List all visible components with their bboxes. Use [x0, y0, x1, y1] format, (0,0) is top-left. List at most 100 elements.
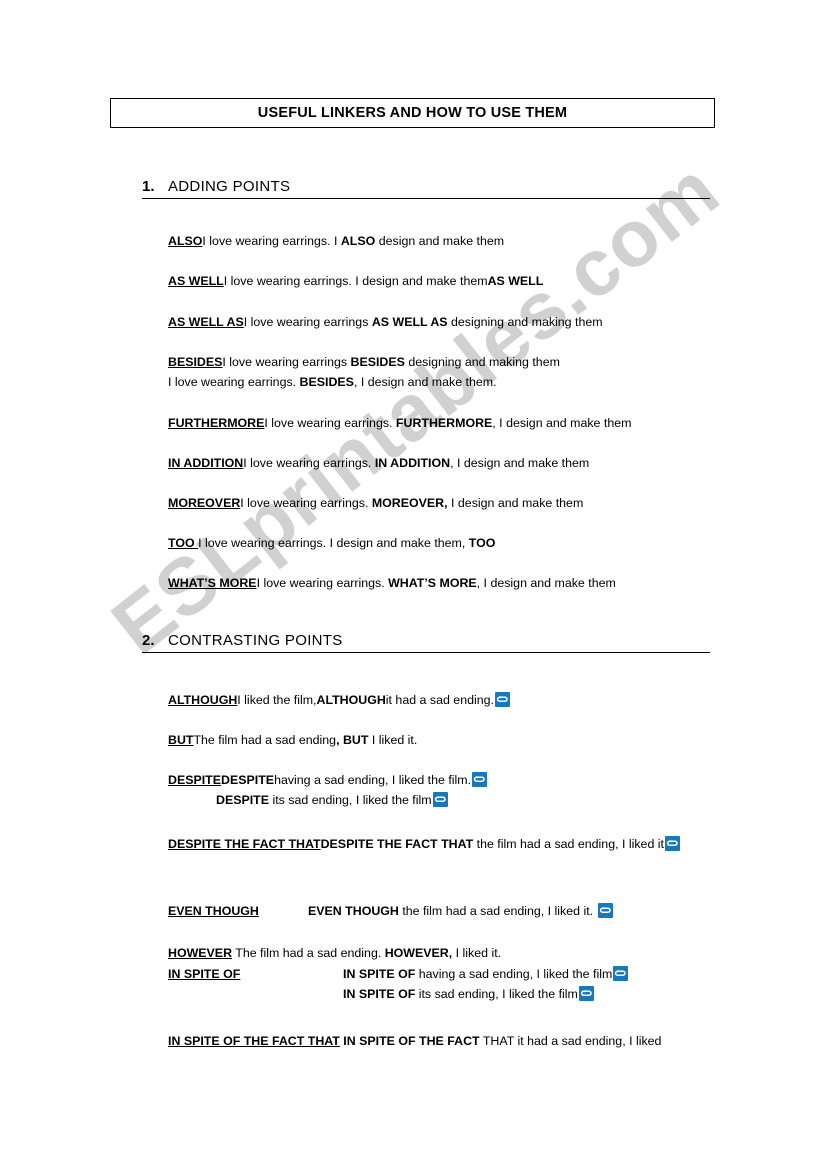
- linker-entry: ALTHOUGHI liked the film,ALTHOUGHit had …: [168, 690, 708, 710]
- example-text-bold: WHAT’S MORE: [388, 576, 477, 590]
- linker-line: BUTThe film had a sad ending, BUT I like…: [168, 730, 708, 750]
- section-title: CONTRASTING POINTS: [168, 632, 343, 649]
- linker-label: FURTHERMORE: [168, 416, 265, 430]
- linker-entry: DESPITEDESPITEhaving a sad ending, I lik…: [168, 770, 708, 810]
- example-text: I liked the film,: [237, 693, 317, 707]
- section-heading-1: 1. ADDING POINTS: [142, 178, 710, 199]
- example-text: I love wearing earrings.: [168, 375, 300, 389]
- example-text: , I design and make them: [476, 576, 616, 590]
- example-text: designing and making them: [447, 315, 603, 329]
- linker-label: EVEN THOUGH: [168, 904, 259, 918]
- linker-label: BESIDES: [168, 355, 223, 369]
- example-text: designing and making them: [404, 355, 560, 369]
- example-text: the film had a sad ending, I liked it: [473, 837, 664, 851]
- linker-line: FURTHERMOREI love wearing earrings. FURT…: [168, 413, 708, 433]
- example-text: I love wearing earrings: [222, 355, 351, 369]
- example-text: I design and make them: [447, 496, 584, 510]
- linker-label: HOWEVER: [168, 946, 233, 960]
- linker-line: DESPITEDESPITEhaving a sad ending, I lik…: [168, 770, 708, 790]
- linker-entry: MOREOVERI love wearing earrings. MOREOVE…: [168, 493, 708, 513]
- example-text-bold: IN ADDITION: [374, 456, 451, 470]
- linker-line: ALSOI love wearing earrings. I ALSO desi…: [168, 231, 708, 251]
- repeat-loop-icon[interactable]: [494, 692, 510, 707]
- linker-line: BESIDESI love wearing earrings BESIDES d…: [168, 352, 708, 372]
- example-text-bold: DESPITE: [216, 793, 270, 807]
- linker-entry: AS WELL ASI love wearing earrings AS WEL…: [168, 312, 708, 332]
- linker-example: IN SPITE OF having a sad ending, I liked…: [343, 964, 708, 984]
- example-text-bold: ALTHOUGH: [316, 693, 386, 707]
- repeat-loop-icon[interactable]: [597, 903, 613, 918]
- example-text-bold: IN SPITE OF: [343, 987, 416, 1001]
- example-text: , I design and make them: [492, 416, 632, 430]
- linker-label: IN SPITE OF THE FACT THAT: [168, 1034, 340, 1048]
- example-text: I liked it.: [368, 733, 418, 747]
- example-text: I liked it.: [452, 946, 502, 960]
- section-number: 1.: [142, 178, 155, 195]
- section-title: ADDING POINTS: [168, 178, 291, 195]
- example-text-bold: TOO: [468, 536, 496, 550]
- example-text-bold: AS WELL AS: [371, 315, 448, 329]
- linker-label: IN ADDITION: [168, 456, 244, 470]
- example-text-bold: MOREOVER,: [371, 496, 448, 510]
- example-text-bold: AS WELL: [487, 274, 544, 288]
- repeat-loop-icon[interactable]: [664, 836, 680, 851]
- example-text: it had a sad ending.: [385, 693, 494, 707]
- example-text: I love wearing earrings. I: [202, 234, 341, 248]
- linker-label: AS WELL AS: [168, 315, 244, 329]
- example-text: The film had a sad ending.: [232, 946, 385, 960]
- linker-label: DESPITE: [168, 773, 222, 787]
- example-text: I love wearing earrings.: [243, 456, 375, 470]
- example-text-bold: BESIDES: [350, 355, 405, 369]
- linker-entry: IN ADDITIONI love wearing earrings. IN A…: [168, 453, 708, 473]
- linker-entry: DESPITE THE FACT THATDESPITE THE FACT TH…: [168, 834, 708, 854]
- linker-label: ALTHOUGH: [168, 693, 238, 707]
- example-text: the film had a sad ending, I liked it.: [398, 904, 597, 918]
- example-text-bold: ALSO: [340, 234, 376, 248]
- page-title: USEFUL LINKERS AND HOW TO USE THEM: [257, 105, 568, 121]
- example-text: I love wearing earrings.: [264, 416, 396, 430]
- watermark-text: ESLprintables.com: [95, 144, 735, 671]
- example-text: its sad ending, I liked the film: [415, 987, 578, 1001]
- example-text: I love wearing earrings: [243, 315, 372, 329]
- linker-line: IN ADDITIONI love wearing earrings. IN A…: [168, 453, 708, 473]
- linker-label: IN SPITE OF: [168, 967, 241, 981]
- linker-line: AS WELLI love wearing earrings. I design…: [168, 271, 708, 291]
- linker-entry: AS WELLI love wearing earrings. I design…: [168, 271, 708, 291]
- linker-label: WHAT’S MORE: [168, 576, 257, 590]
- example-text: having a sad ending, I liked the film.: [274, 773, 472, 787]
- linker-entry: BESIDESI love wearing earrings BESIDES d…: [168, 352, 708, 392]
- repeat-loop-icon[interactable]: [613, 966, 629, 981]
- section-number: 2.: [142, 632, 155, 649]
- section-divider: [142, 652, 710, 653]
- example-text: , I design and make them.: [353, 375, 497, 389]
- section-heading-2: 2. CONTRASTING POINTS: [142, 632, 710, 653]
- linker-entry: IN SPITE OF THE FACT THAT IN SPITE OF TH…: [168, 1031, 708, 1051]
- document-title-box: USEFUL LINKERS AND HOW TO USE THEM: [110, 98, 715, 128]
- linker-line: MOREOVERI love wearing earrings. MOREOVE…: [168, 493, 708, 513]
- linker-label: DESPITE THE FACT THAT: [168, 837, 321, 851]
- example-text: I love wearing earrings. I design and ma…: [223, 274, 488, 288]
- example-text-bold: DESPITE THE FACT THAT: [320, 837, 474, 851]
- repeat-loop-icon[interactable]: [432, 792, 448, 807]
- example-text: having a sad ending, I liked the film: [415, 967, 613, 981]
- example-text-bold: DESPITE: [221, 773, 275, 787]
- linker-example: EVEN THOUGH the film had a sad ending, I…: [308, 901, 708, 921]
- linker-line: IN SPITE OF IN SPITE OF having a sad endi…: [168, 964, 708, 984]
- linker-label: AS WELL: [168, 274, 224, 288]
- repeat-loop-icon[interactable]: [578, 986, 594, 1001]
- example-text: The film had a sad ending: [193, 733, 337, 747]
- example-text-bold: BESIDES: [299, 375, 354, 389]
- repeat-loop-icon[interactable]: [472, 772, 488, 787]
- linker-entry: FURTHERMOREI love wearing earrings. FURT…: [168, 413, 708, 433]
- linker-line: AS WELL ASI love wearing earrings AS WEL…: [168, 312, 708, 332]
- linker-entry: WHAT’S MOREI love wearing earrings. WHAT…: [168, 573, 708, 593]
- linker-label: BUT: [168, 733, 194, 747]
- linker-line: WHAT’S MOREI love wearing earrings. WHAT…: [168, 573, 708, 593]
- example-text-bold: EVEN THOUGH: [308, 904, 399, 918]
- linker-line: EVEN THOUGH EVEN THOUGH the film had a sa…: [168, 901, 708, 921]
- linker-entry: HOWEVER The film had a sad ending. HOWEV…: [168, 943, 708, 963]
- linker-entry: ALSOI love wearing earrings. I ALSO desi…: [168, 231, 708, 251]
- linker-line: IN SPITE OF THE FACT THAT IN SPITE OF TH…: [168, 1031, 708, 1051]
- section-divider: [142, 198, 710, 199]
- linker-entry: TOO I love wearing earrings. I design an…: [168, 533, 708, 553]
